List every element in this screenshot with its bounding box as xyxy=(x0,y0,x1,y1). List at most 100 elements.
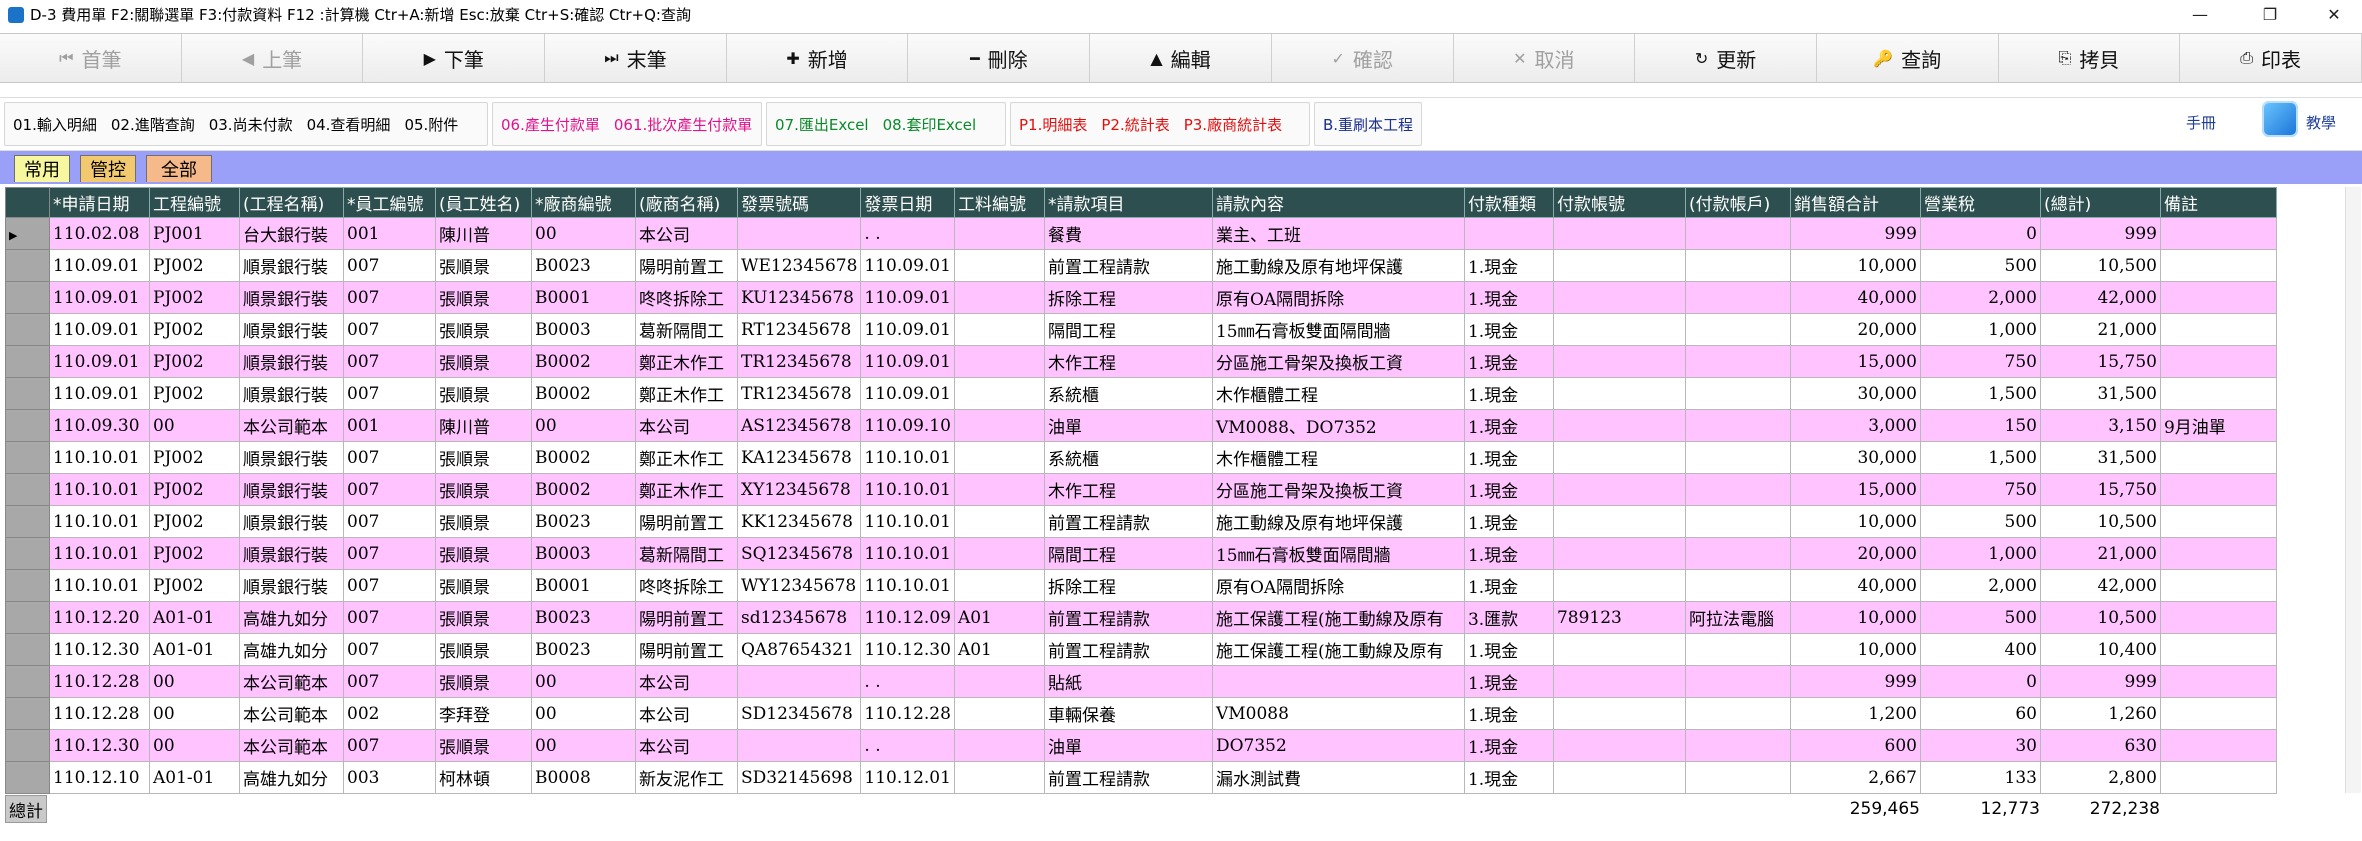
table-cell[interactable]: 1.現金 xyxy=(1463,537,1554,570)
table-cell[interactable]: 順景銀行裝 xyxy=(239,473,344,506)
table-cell[interactable]: 系統櫃 xyxy=(1043,377,1213,410)
table-cell[interactable]: 施工動線及原有地坪保護 xyxy=(1211,249,1465,282)
table-cell[interactable]: 隔間工程 xyxy=(1043,537,1213,570)
table-cell[interactable]: 133 xyxy=(1919,761,2041,794)
table-cell[interactable]: 31,500 xyxy=(2039,377,2161,410)
table-cell[interactable]: 110.12.30 xyxy=(860,633,955,666)
table-cell[interactable]: 10,000 xyxy=(1789,601,1921,634)
function-link-group4-0[interactable]: P1.明細表 xyxy=(1019,114,1087,135)
table-cell[interactable]: 本公司範本 xyxy=(239,409,344,442)
table-cell[interactable] xyxy=(1552,697,1686,730)
table-cell[interactable]: 007 xyxy=(343,441,436,474)
table-cell[interactable]: 42,000 xyxy=(2039,569,2161,602)
table-cell[interactable]: 木作工程 xyxy=(1043,473,1213,506)
table-cell[interactable]: SQ12345678 xyxy=(736,537,862,570)
table-cell[interactable]: 00 xyxy=(531,409,636,442)
table-cell[interactable]: 40,000 xyxy=(1789,281,1921,314)
table-cell[interactable]: 110.12.01 xyxy=(860,761,955,794)
table-cell[interactable]: 15㎜石膏板雙面隔間牆 xyxy=(1211,313,1465,346)
toolbar-button-9[interactable]: ↻ 更新 xyxy=(1635,34,1817,82)
table-cell[interactable]: SD12345678 xyxy=(736,697,862,730)
table-cell[interactable] xyxy=(736,665,862,698)
table-cell[interactable]: 張順景 xyxy=(435,505,532,538)
table-cell[interactable] xyxy=(2159,761,2277,794)
table-cell[interactable]: B0003 xyxy=(531,537,636,570)
row-selector[interactable] xyxy=(5,281,50,314)
table-cell[interactable]: 15,000 xyxy=(1789,345,1921,378)
table-cell[interactable]: 張順景 xyxy=(435,665,532,698)
table-cell[interactable] xyxy=(1552,217,1686,250)
table-cell[interactable]: 順景銀行裝 xyxy=(239,505,344,538)
function-link-group2-1[interactable]: 061.批次產生付款單 xyxy=(614,114,752,135)
table-row[interactable]: 110.10.01 PJ002 順景銀行裝 007 張順景 B0003 葛新隔間工 SQ123… xyxy=(5,537,2277,570)
table-cell[interactable]: 1.現金 xyxy=(1463,345,1554,378)
table-cell[interactable]: 分區施工骨架及換板工資 xyxy=(1211,473,1465,506)
table-cell[interactable]: 張順景 xyxy=(435,633,532,666)
table-cell[interactable]: 999 xyxy=(1789,665,1921,698)
table-cell[interactable]: 陳川普 xyxy=(435,217,532,250)
table-cell[interactable] xyxy=(1463,217,1554,250)
table-cell[interactable]: 20,000 xyxy=(1789,537,1921,570)
toolbar-button-3[interactable]: ⏭ 末筆 xyxy=(545,34,727,82)
table-cell[interactable]: 110.10.01 xyxy=(860,441,955,474)
row-selector[interactable] xyxy=(5,665,50,698)
table-cell[interactable]: 00 xyxy=(149,697,240,730)
table-row[interactable]: 110.09.01 PJ002 順景銀行裝 007 張順景 B0002 鄭正木作工 TR123… xyxy=(5,377,2277,410)
table-cell[interactable]: 1,500 xyxy=(1919,377,2041,410)
table-cell[interactable] xyxy=(1211,665,1465,698)
table-cell[interactable] xyxy=(953,313,1045,346)
minimize-button[interactable]: — xyxy=(2172,0,2228,29)
table-cell[interactable]: 隔間工程 xyxy=(1043,313,1213,346)
table-row[interactable]: 110.12.28 00 本公司範本 007 張順景 00 本公司 . . 貼紙 1.現金 999… xyxy=(5,665,2277,698)
table-cell[interactable]: 30,000 xyxy=(1789,377,1921,410)
table-cell[interactable]: 1,200 xyxy=(1789,697,1921,730)
table-cell[interactable]: 007 xyxy=(343,377,436,410)
table-cell[interactable]: 高雄九如分 xyxy=(239,761,344,794)
table-cell[interactable]: 葛新隔間工 xyxy=(635,313,738,346)
table-cell[interactable]: 張順景 xyxy=(435,473,532,506)
table-cell[interactable] xyxy=(1552,249,1686,282)
table-row[interactable]: 110.09.01 PJ002 順景銀行裝 007 張順景 B0023 陽明前置工 WE123… xyxy=(5,249,2277,282)
table-row[interactable]: 110.09.01 PJ002 順景銀行裝 007 張順景 B0001 咚咚拆除工 KU123… xyxy=(5,281,2277,314)
table-cell[interactable]: 張順景 xyxy=(435,537,532,570)
table-cell[interactable] xyxy=(953,729,1045,762)
column-header-14[interactable]: (付款帳戶) xyxy=(1684,187,1791,218)
table-cell[interactable]: 本公司 xyxy=(635,697,738,730)
column-header-13[interactable]: 付款帳號 xyxy=(1552,187,1686,218)
table-cell[interactable]: 張順景 xyxy=(435,441,532,474)
table-cell[interactable]: PJ002 xyxy=(149,441,240,474)
table-cell[interactable]: KK12345678 xyxy=(736,505,862,538)
table-cell[interactable] xyxy=(2159,665,2277,698)
table-row[interactable]: 110.12.30 A01-01 高雄九如分 007 張順景 B0023 陽明前置工 QA87… xyxy=(5,633,2277,666)
table-cell[interactable]: 張順景 xyxy=(435,249,532,282)
table-cell[interactable] xyxy=(1552,537,1686,570)
table-cell[interactable] xyxy=(1552,281,1686,314)
column-header-8[interactable]: 發票日期 xyxy=(860,187,955,218)
table-cell[interactable]: 750 xyxy=(1919,473,2041,506)
table-cell[interactable] xyxy=(953,761,1045,794)
table-cell[interactable]: 1.現金 xyxy=(1463,633,1554,666)
table-cell[interactable] xyxy=(1684,633,1791,666)
table-cell[interactable]: B0023 xyxy=(531,601,636,634)
table-cell[interactable]: 張順景 xyxy=(435,281,532,314)
table-cell[interactable]: 順景銀行裝 xyxy=(239,249,344,282)
toolbar-button-5[interactable]: ━ 刪除 xyxy=(908,34,1091,82)
table-row[interactable]: 110.10.01 PJ002 順景銀行裝 007 張順景 B0002 鄭正木作工 XY123… xyxy=(5,473,2277,506)
table-cell[interactable]: 鄭正木作工 xyxy=(635,345,738,378)
column-header-5[interactable]: *廠商編號 xyxy=(531,187,636,218)
table-cell[interactable] xyxy=(2159,217,2277,250)
table-cell[interactable]: 007 xyxy=(343,729,436,762)
column-header-11[interactable]: 請款內容 xyxy=(1211,187,1465,218)
table-cell[interactable]: 高雄九如分 xyxy=(239,633,344,666)
table-cell[interactable]: 110.10.01 xyxy=(860,569,955,602)
table-cell[interactable] xyxy=(953,249,1045,282)
table-cell[interactable]: 施工動線及原有地坪保護 xyxy=(1211,505,1465,538)
toolbar-button-2[interactable]: ▶ 下筆 xyxy=(363,34,546,82)
table-cell[interactable]: 施工保護工程(施工動線及原有 xyxy=(1211,633,1465,666)
table-cell[interactable]: 車輛保養 xyxy=(1043,697,1213,730)
table-cell[interactable] xyxy=(1552,409,1686,442)
row-selector[interactable] xyxy=(5,601,50,634)
table-cell[interactable]: B0023 xyxy=(531,249,636,282)
table-cell[interactable]: 007 xyxy=(343,473,436,506)
table-cell[interactable]: 110.09.01 xyxy=(49,249,150,282)
